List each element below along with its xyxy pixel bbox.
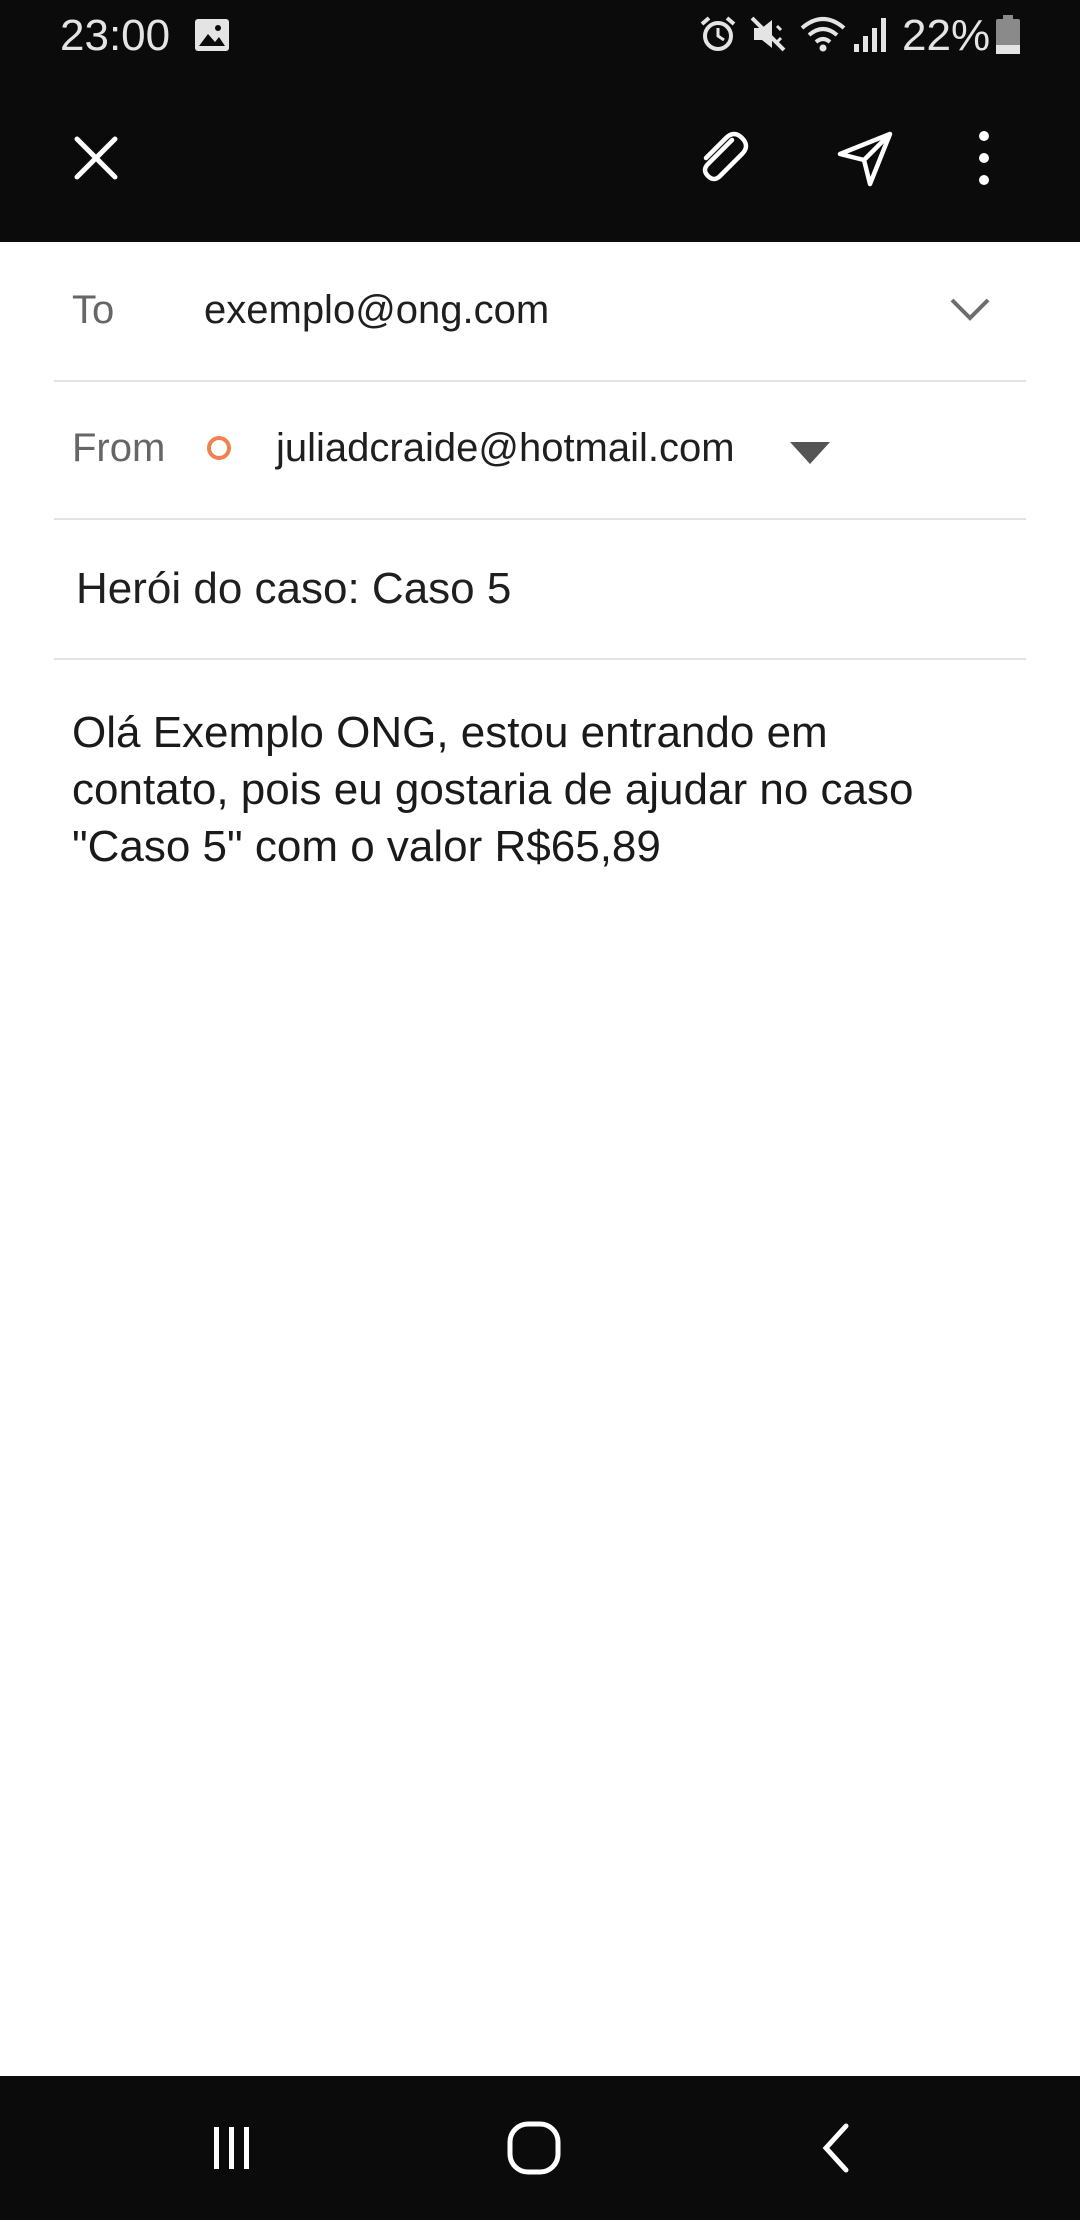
compose-toolbar (0, 72, 1080, 242)
message-body-field[interactable]: Olá Exemplo ONG, estou entrando em conta… (72, 704, 1012, 875)
close-button[interactable] (56, 118, 136, 198)
battery-percent: 22% (902, 11, 991, 60)
more-vert-icon (979, 131, 989, 185)
subject-field[interactable]: Herói do caso: Caso 5 (76, 564, 511, 614)
subject-row: Herói do caso: Caso 5 (54, 518, 1026, 660)
expand-recipients-button[interactable] (948, 294, 992, 329)
dropdown-triangle-icon (790, 442, 830, 464)
recents-button[interactable] (177, 2102, 287, 2194)
attach-icon (702, 131, 749, 182)
status-bar: 23:00 22% (0, 0, 1080, 72)
from-dropdown-button[interactable] (788, 440, 832, 471)
system-nav-bar (0, 2076, 1080, 2220)
from-row: From juliadcraide@hotmail.com (54, 380, 1026, 520)
more-options-button[interactable] (944, 118, 1024, 198)
account-color-dot-icon (205, 434, 233, 467)
recents-icon (214, 2127, 249, 2169)
send-icon (837, 131, 893, 187)
back-button[interactable] (781, 2102, 891, 2194)
mute-icon (748, 14, 788, 59)
to-label: To (72, 288, 115, 332)
from-account-selector[interactable]: juliadcraide@hotmail.com (276, 426, 735, 471)
from-label: From (72, 426, 166, 470)
home-icon (507, 2121, 561, 2175)
status-time: 23:00 (60, 11, 171, 60)
close-icon (74, 136, 118, 180)
image-icon (194, 18, 230, 57)
wifi-icon (798, 14, 848, 59)
attach-button[interactable] (682, 118, 762, 198)
send-button[interactable] (826, 118, 906, 198)
chevron-down-icon (950, 298, 990, 321)
to-row: To exemplo@ong.com (54, 242, 1026, 382)
home-button[interactable] (479, 2102, 589, 2194)
to-field[interactable]: exemplo@ong.com (204, 288, 549, 333)
alarm-icon (698, 14, 738, 59)
signal-icon (852, 14, 892, 59)
battery-icon (994, 14, 1022, 61)
back-icon (822, 2123, 849, 2173)
